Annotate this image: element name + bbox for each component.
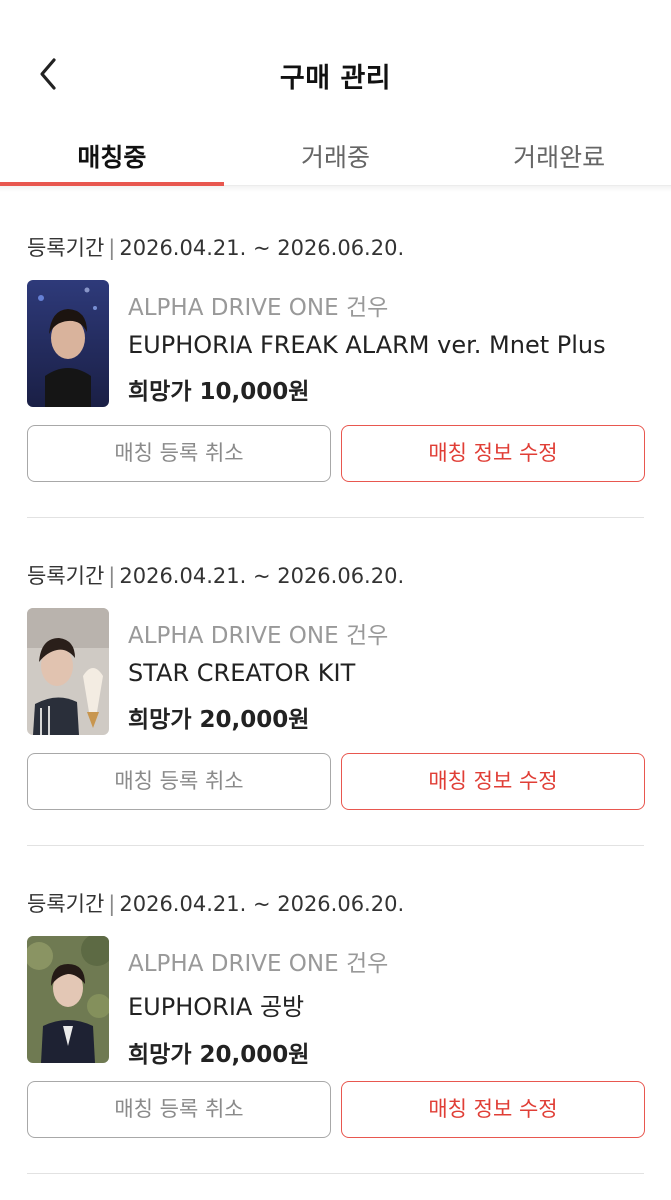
photocard-image <box>27 280 109 407</box>
period-label: 등록기간 <box>27 892 105 916</box>
registration-period: 등록기간 | 2026.04.21. ~ 2026.06.20. <box>27 232 404 262</box>
edit-matching-button[interactable]: 매칭 정보 수정 <box>341 425 645 482</box>
period-separator: | <box>108 236 116 260</box>
period-value: 2026.04.21. ~ 2026.06.20. <box>119 564 405 588</box>
list-item: 등록기간 | 2026.04.21. ~ 2026.06.20. ALPHA DRI… <box>27 518 645 846</box>
item-title: STAR CREATOR KIT <box>128 659 356 687</box>
list-item: 등록기간 | 2026.04.21. ~ 2026.06.20. ALPHA D… <box>27 190 645 518</box>
item-title: EUPHORIA 공방 <box>128 993 305 1021</box>
period-separator: | <box>108 892 116 916</box>
list-item: 등록기간 | 2026.04.21. ~ 2026.06.20. ALPHA DRI… <box>27 846 645 1174</box>
item-title: EUPHORIA FREAK ALARM ver. Mnet Plus <box>128 331 606 359</box>
photocard-image <box>27 936 109 1063</box>
edit-matching-button[interactable]: 매칭 정보 수정 <box>341 753 645 810</box>
cancel-matching-button[interactable]: 매칭 등록 취소 <box>27 425 331 482</box>
period-label: 등록기간 <box>27 564 105 588</box>
cancel-matching-button[interactable]: 매칭 등록 취소 <box>27 1081 331 1138</box>
purchase-list: 등록기간 | 2026.04.21. ~ 2026.06.20. ALPHA D… <box>0 190 671 1174</box>
item-info: ALPHA DRIVE ONE 건우 EUPHORIA FREAK ALARM … <box>128 288 644 406</box>
item-info: ALPHA DRIVE ONE 건우 EUPHORIA 공방 희망가 20,00… <box>128 944 644 1069</box>
desired-price: 희망가 20,000원 <box>128 1042 310 1068</box>
tab-in-progress[interactable]: 거래중 <box>224 120 448 185</box>
page-title: 구매 관리 <box>279 63 392 94</box>
photocard-thumbnail[interactable] <box>27 936 109 1063</box>
period-value: 2026.04.21. ~ 2026.06.20. <box>119 236 405 260</box>
desired-price: 희망가 20,000원 <box>128 707 310 733</box>
registration-period: 등록기간 | 2026.04.21. ~ 2026.06.20. <box>27 560 404 590</box>
photocard-thumbnail[interactable] <box>27 280 109 407</box>
tab-matching[interactable]: 매칭중 <box>0 120 224 186</box>
artist-name: ALPHA DRIVE ONE 건우 <box>128 623 389 649</box>
photocard-image <box>27 608 109 735</box>
artist-name: ALPHA DRIVE ONE 건우 <box>128 951 389 977</box>
period-separator: | <box>108 564 116 588</box>
period-label: 등록기간 <box>27 236 105 260</box>
app-header: 구매 관리 <box>0 0 671 120</box>
edit-matching-button[interactable]: 매칭 정보 수정 <box>341 1081 645 1138</box>
tab-bar: 매칭중 거래중 거래완료 <box>0 120 671 186</box>
desired-price: 희망가 10,000원 <box>128 379 310 405</box>
item-info: ALPHA DRIVE ONE 건우 STAR CREATOR KIT 희망가 … <box>128 616 644 734</box>
period-value: 2026.04.21. ~ 2026.06.20. <box>119 892 405 916</box>
tab-completed[interactable]: 거래완료 <box>447 120 671 185</box>
photocard-thumbnail[interactable] <box>27 608 109 735</box>
artist-name: ALPHA DRIVE ONE 건우 <box>128 295 389 321</box>
registration-period: 등록기간 | 2026.04.21. ~ 2026.06.20. <box>27 888 404 918</box>
cancel-matching-button[interactable]: 매칭 등록 취소 <box>27 753 331 810</box>
